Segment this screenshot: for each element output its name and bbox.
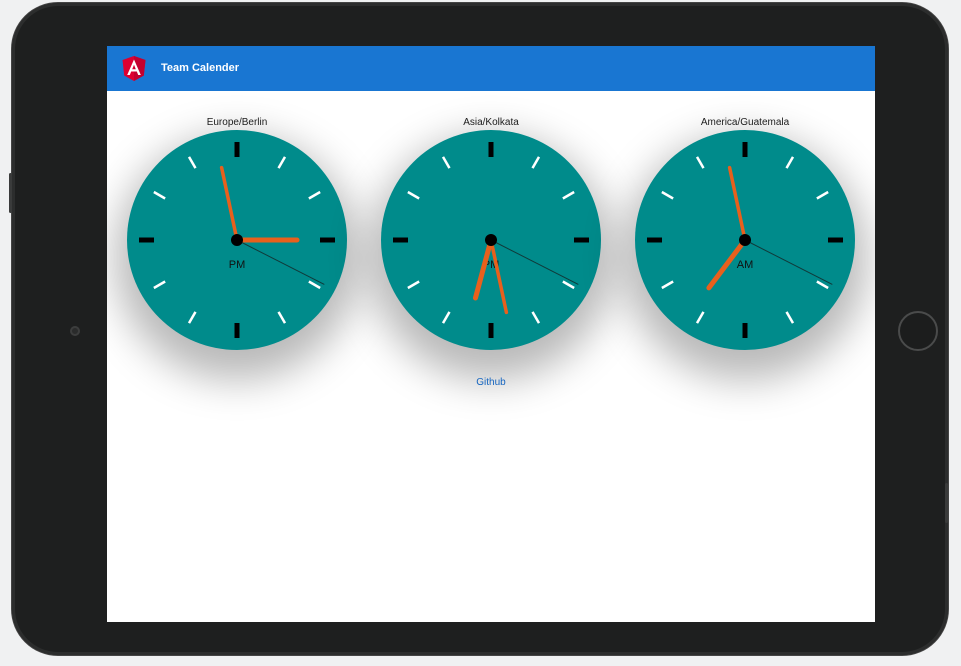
clock-face: PM <box>381 130 601 350</box>
hour-marker <box>153 280 166 290</box>
minute-hand <box>727 165 747 242</box>
center-pin <box>231 234 243 246</box>
hour-marker <box>816 280 829 290</box>
app-screen: Team Calender Europe/Berlin PM Asia/Kolk… <box>107 46 875 622</box>
hour-marker <box>695 311 705 324</box>
timezone-label: America/Guatemala <box>700 117 790 128</box>
angular-logo-icon <box>122 56 146 81</box>
timezone-label: Asia/Kolkata <box>463 117 519 128</box>
timezone-label: Europe/Berlin <box>206 117 268 128</box>
hour-marker <box>277 156 287 169</box>
clock-face: AM <box>635 130 855 350</box>
hour-marker <box>562 190 575 200</box>
github-link[interactable]: Github <box>107 377 875 388</box>
hour-marker <box>661 280 674 290</box>
hour-marker <box>187 311 197 324</box>
hour-marker <box>531 156 541 169</box>
hour-marker <box>277 311 287 324</box>
tablet-frame: Team Calender Europe/Berlin PM Asia/Kolk… <box>9 3 948 655</box>
hour-marker <box>816 190 829 200</box>
second-hand <box>744 239 833 285</box>
clock-dial: PM <box>393 142 589 338</box>
hour-marker <box>153 190 166 200</box>
minute-hand <box>219 165 239 242</box>
hour-marker <box>785 311 795 324</box>
hour-marker <box>562 280 575 290</box>
period-label: PM <box>229 259 246 271</box>
hour-marker <box>308 280 321 290</box>
app-title: Team Calender <box>161 62 240 74</box>
second-hand <box>236 239 325 285</box>
clock-dial: PM <box>139 142 335 338</box>
hour-marker <box>661 190 674 200</box>
clock-face: PM <box>127 130 347 350</box>
hour-marker <box>407 280 420 290</box>
hour-marker <box>407 190 420 200</box>
volume-button <box>9 173 12 213</box>
top-toolbar: Team Calender <box>107 46 875 91</box>
hour-marker <box>187 156 197 169</box>
clock-dial: AM <box>647 142 843 338</box>
hour-marker <box>308 190 321 200</box>
second-hand <box>490 239 579 285</box>
center-pin <box>485 234 497 246</box>
hour-marker <box>695 156 705 169</box>
hour-marker <box>441 156 451 169</box>
minute-hand <box>489 238 509 315</box>
period-label: AM <box>737 259 754 271</box>
front-camera <box>70 326 80 336</box>
hour-marker <box>785 156 795 169</box>
hour-marker <box>441 311 451 324</box>
center-pin <box>739 234 751 246</box>
home-button[interactable] <box>898 311 938 351</box>
power-button <box>945 483 948 523</box>
hour-marker <box>531 311 541 324</box>
